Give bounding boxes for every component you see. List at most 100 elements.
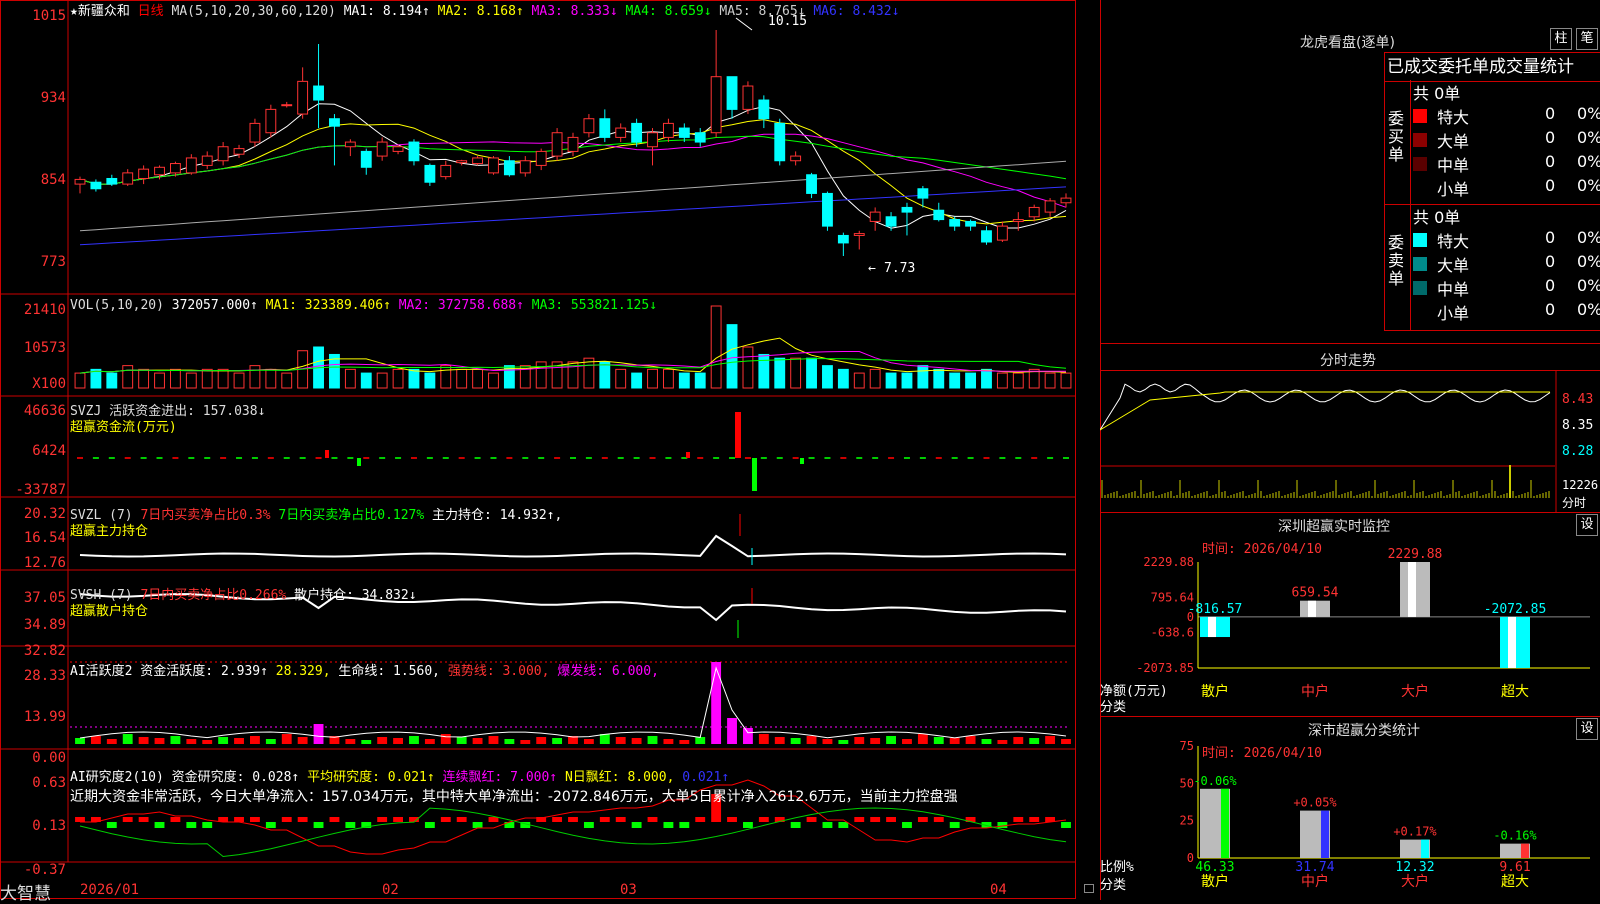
ai2-bar [313, 822, 324, 828]
ai2-bar [265, 822, 276, 828]
brand-logo: 大智慧 [0, 884, 51, 904]
sell-l-pct: 0% [1577, 252, 1600, 271]
stock-name[interactable]: ★新疆众和 [70, 4, 130, 19]
date-tick-2: 02 [382, 882, 399, 898]
volume-bar [169, 368, 181, 389]
volume-bar [344, 368, 356, 389]
ai2-bar [917, 817, 928, 822]
ai1-bar [313, 724, 324, 744]
ai1-bar [790, 738, 801, 744]
monitor-axis-tick: 2229.88 [1143, 555, 1194, 569]
svsh-tick-3: 32.82 [23, 643, 66, 659]
candle-body [440, 164, 452, 178]
pen-view-button[interactable]: 笔 [1576, 28, 1598, 50]
low-price-label: 7.73 [884, 261, 916, 276]
ai2-bar [727, 817, 737, 822]
volume-bar [822, 365, 833, 389]
sell-side-label: 委卖单 [1388, 233, 1405, 288]
ai1-bar [218, 737, 229, 744]
candle-body [917, 188, 929, 199]
candle-body [185, 157, 197, 174]
candle-body [981, 230, 992, 243]
candle-body [138, 168, 150, 179]
svzj-bar [325, 450, 329, 458]
ai2-bar [806, 817, 817, 822]
candle-body [583, 118, 595, 134]
ai1-bar [265, 739, 276, 744]
ai1-bar [345, 739, 356, 744]
ai1-bar [631, 738, 642, 744]
svzj-tick-1: 46636 [23, 403, 66, 419]
volume-bar [74, 372, 86, 389]
sell-s-label: 小单 [1437, 304, 1470, 323]
ai2-bar [822, 822, 833, 828]
volume-bar [233, 372, 245, 389]
buy-row-m: 中单 0 0% [1411, 152, 1600, 176]
sell-xl-swatch [1413, 233, 1427, 247]
classify-change: -0.06% [1193, 774, 1237, 788]
volume-bar [885, 372, 897, 389]
candle-body [822, 192, 833, 227]
lock-icon[interactable] [1084, 884, 1094, 893]
ai2-bar [647, 817, 658, 822]
intraday-price-line [1100, 383, 1551, 431]
ai1-bar [122, 734, 133, 744]
volume-bar [138, 368, 150, 389]
m-color-swatch [1413, 157, 1427, 171]
period-label[interactable]: 日线 [138, 4, 164, 19]
ai2-bar [234, 817, 244, 822]
ai1-label: AI活跃度2 资金活跃度: 2.939↑ [70, 664, 268, 679]
candle-body [488, 157, 499, 174]
classify-bar-accent [1321, 810, 1329, 858]
buy-row-s: 小单 0 0% [1411, 176, 1600, 200]
ma-params: MA(5,10,20,30,60,120) [171, 4, 336, 19]
candle-body [1012, 219, 1024, 222]
classify-value: 31.74 [1295, 860, 1334, 875]
monitor-axis-tick: -638.6 [1151, 626, 1194, 640]
candle-body [281, 104, 293, 107]
buy-xl-count: 0 [1545, 104, 1556, 123]
column-view-button[interactable]: 柱 [1550, 28, 1572, 50]
volume-bar [535, 361, 547, 389]
ai1-v4: 强势线: 3.000, [447, 664, 550, 679]
ai2-bar [488, 817, 499, 822]
candle-body [567, 136, 579, 152]
ma4-value: MA4: 8.659↓ [625, 4, 712, 19]
stats-header: 已成交委托单成交量统计 [1387, 57, 1574, 77]
ai1-bar [1029, 738, 1040, 744]
ai1-tick-1: 28.33 [23, 668, 66, 684]
classify-value: 12.32 [1395, 860, 1434, 875]
volume-bar [631, 372, 643, 389]
ai2-bar [583, 822, 594, 828]
ai1-bar [933, 737, 944, 744]
volume-bar [837, 368, 849, 389]
volume-bar [647, 368, 658, 389]
ai1-bar [1013, 737, 1024, 744]
date-tick-3: 03 [620, 882, 637, 898]
ai1-bar [886, 736, 896, 744]
ai1-bar [758, 734, 769, 744]
volume-bar [424, 372, 436, 389]
monitor-bar-highlight [1508, 616, 1516, 668]
sell-xl-count: 0 [1545, 228, 1556, 247]
ai1-bar [854, 737, 865, 744]
buy-l-label: 大单 [1437, 132, 1470, 151]
sell-row-m: 中单 0 0% [1411, 276, 1600, 300]
volume-bar [472, 368, 484, 389]
classify-change: +0.05% [1293, 796, 1337, 810]
volume-bar [488, 372, 499, 389]
volume-bar [790, 357, 802, 389]
candle-body [472, 157, 484, 165]
ai2-bar [472, 822, 483, 828]
kline-chart-area[interactable] [0, 0, 1076, 900]
ai2-bar [154, 822, 165, 828]
svzj-inflow-bar [735, 412, 741, 458]
candle-body [154, 166, 165, 176]
ai2-bar [377, 817, 388, 822]
monitor-bar-highlight [1408, 562, 1416, 617]
buy-total: 共 0单 [1413, 84, 1461, 103]
ai2-bar [949, 822, 960, 828]
right-charts: 2229.88795.640-638.6-2073.85-816.57散户659… [1100, 370, 1590, 890]
ai1-bar [997, 740, 1008, 744]
volume-bar [996, 372, 1008, 389]
